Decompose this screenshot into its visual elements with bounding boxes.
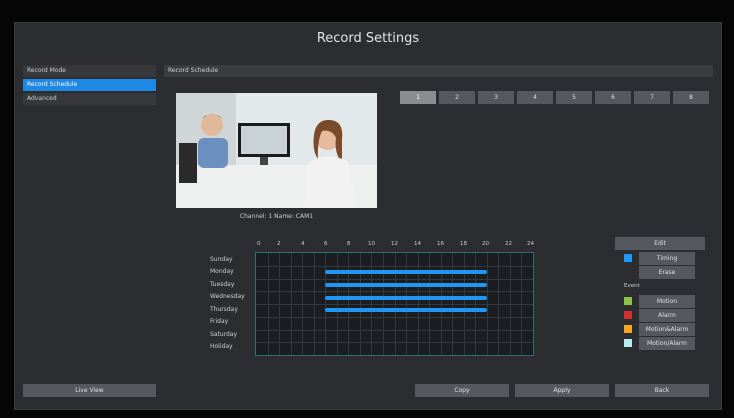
grid-line <box>256 316 533 318</box>
record-settings-window: Record Settings Record Mode Record Sched… <box>14 22 722 410</box>
hour-label: 14 <box>414 241 421 247</box>
day-label-friday: Friday <box>210 318 229 325</box>
channel-button-5[interactable]: 5 <box>556 91 592 104</box>
channel-button-2[interactable]: 2 <box>439 91 475 104</box>
motion-button[interactable]: Motion <box>639 295 695 308</box>
schedule-bar-tuesday[interactable] <box>325 282 487 287</box>
motion-and-alarm-swatch <box>624 325 632 333</box>
sidebar: Record Mode Record Schedule Advanced <box>23 65 156 107</box>
motion-or-alarm-swatch <box>624 339 632 347</box>
back-button[interactable]: Back <box>615 384 709 397</box>
hour-label: 10 <box>368 241 375 247</box>
grid-line <box>256 304 533 305</box>
motion-and-alarm-button[interactable]: Motion&Alarm <box>639 323 695 336</box>
grid-line <box>256 265 533 267</box>
hour-label: 18 <box>460 241 467 247</box>
sidebar-item-record-mode[interactable]: Record Mode <box>23 65 156 77</box>
hour-label: 4 <box>301 241 305 247</box>
alarm-button[interactable]: Alarm <box>639 309 695 322</box>
timing-button[interactable]: Timing <box>639 252 695 265</box>
hour-label: 22 <box>505 241 512 247</box>
grid-line <box>256 291 533 293</box>
grid-line <box>256 329 533 331</box>
channel-caption: Channel: 1 Name: CAM1 <box>239 213 314 220</box>
day-label-sunday: Sunday <box>210 256 233 263</box>
hour-label: 8 <box>347 241 351 247</box>
schedule-bar-thursday[interactable] <box>325 308 487 313</box>
copy-button[interactable]: Copy <box>415 384 509 397</box>
channel-button-4[interactable]: 4 <box>517 91 553 104</box>
grid-line <box>256 342 533 344</box>
section-header: Record Schedule <box>164 65 713 77</box>
hour-label: 0 <box>257 241 261 247</box>
motion-or-alarm-button[interactable]: Motion/Alarm <box>639 337 695 350</box>
grid-line <box>256 278 533 280</box>
day-label-tuesday: Tuesday <box>210 281 235 288</box>
hour-label: 24 <box>527 241 534 247</box>
hour-label: 16 <box>437 241 444 247</box>
alarm-swatch <box>624 311 632 319</box>
day-label-saturday: Saturday <box>210 331 238 338</box>
sidebar-item-advanced[interactable]: Advanced <box>23 93 156 105</box>
timing-swatch <box>624 254 632 262</box>
apply-button[interactable]: Apply <box>515 384 609 397</box>
sidebar-item-record-schedule[interactable]: Record Schedule <box>23 79 156 91</box>
day-label-holiday: Holiday <box>210 343 233 350</box>
channel-button-1[interactable]: 1 <box>400 91 436 104</box>
channel-button-6[interactable]: 6 <box>595 91 631 104</box>
channel-button-8[interactable]: 8 <box>673 91 709 104</box>
live-view-button[interactable]: Live View <box>23 384 156 397</box>
hour-label: 6 <box>324 241 328 247</box>
camera-preview-image <box>176 93 377 208</box>
channel-button-7[interactable]: 7 <box>634 91 670 104</box>
day-label-wednesday: Wednesday <box>210 293 245 300</box>
window-title: Record Settings <box>316 31 420 46</box>
day-label-monday: Monday <box>210 268 234 275</box>
hour-label: 20 <box>482 241 489 247</box>
motion-swatch <box>624 297 632 305</box>
schedule-grid[interactable] <box>255 252 534 356</box>
camera-preview <box>176 93 377 208</box>
day-label-thursday: Thursday <box>210 306 238 313</box>
schedule-bar-wednesday[interactable] <box>325 295 487 300</box>
hour-label: 12 <box>391 241 398 247</box>
hour-label: 2 <box>277 241 281 247</box>
event-label: Event <box>624 283 640 289</box>
erase-button[interactable]: Erase <box>639 266 695 279</box>
edit-button[interactable]: Edit <box>615 237 705 250</box>
channel-button-3[interactable]: 3 <box>478 91 514 104</box>
channel-selector: 1 2 3 4 5 6 7 8 <box>400 91 709 104</box>
schedule-bar-monday[interactable] <box>325 270 487 275</box>
